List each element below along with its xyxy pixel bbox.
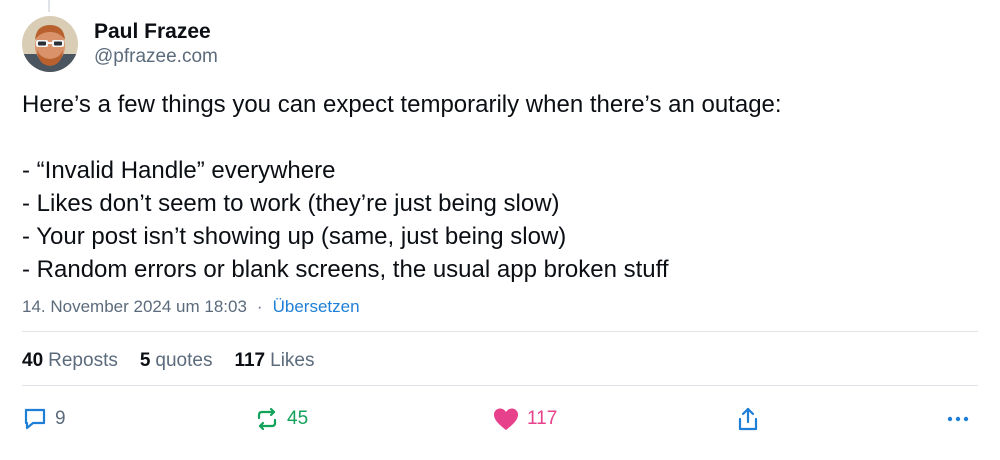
repost-arrows-icon [254, 406, 280, 432]
author-display-name[interactable]: Paul Frazee [94, 19, 218, 45]
translate-link[interactable]: Übersetzen [273, 295, 360, 319]
meta-separator: · [256, 297, 263, 316]
share-button[interactable] [736, 404, 760, 434]
likes-label: Likes [270, 350, 315, 371]
reposts-stat[interactable]: 40 Reposts [22, 348, 118, 374]
repost-count: 45 [287, 408, 309, 429]
post-card: Paul Frazee @pfrazee.com Here’s a few th… [0, 0, 1000, 460]
quotes-stat[interactable]: 5 quotes [140, 348, 213, 374]
heart-icon [492, 406, 520, 432]
quotes-label: quotes [155, 350, 213, 371]
author-info: Paul Frazee @pfrazee.com [94, 19, 218, 69]
reply-button[interactable]: 9 [22, 404, 66, 434]
divider-bottom [22, 385, 978, 386]
action-bar: 9 45 117 [22, 404, 978, 434]
post-text-line: - Likes don’t seem to work (they’re just… [22, 190, 560, 217]
reposts-count: 40 [22, 350, 44, 371]
divider-top [22, 331, 978, 332]
likes-count: 117 [234, 350, 266, 371]
engagement-stats: 40 Reposts 5 quotes 117 Likes [22, 348, 336, 374]
reply-count: 9 [55, 408, 66, 429]
likes-stat[interactable]: 117 Likes [234, 348, 314, 374]
post-text: Here’s a few things you can expect tempo… [22, 88, 982, 286]
more-options-button[interactable] [945, 404, 971, 434]
post-text-line: Here’s a few things you can expect tempo… [22, 91, 782, 118]
reposts-label: Reposts [48, 350, 118, 371]
share-icon [736, 406, 760, 432]
avatar[interactable] [22, 16, 78, 72]
post-timestamp: 14. November 2024 um 18:03 [22, 297, 247, 316]
post-meta: 14. November 2024 um 18:03 · Übersetzen [22, 295, 360, 319]
like-button[interactable]: 117 [492, 404, 557, 434]
like-count: 117 [527, 408, 558, 429]
thread-connector-line [48, 0, 50, 12]
quotes-count: 5 [139, 350, 151, 371]
post-text-line: - Your post isn’t showing up (same, just… [22, 223, 567, 250]
post-text-line: - “Invalid Handle” everywhere [22, 157, 336, 184]
author-handle[interactable]: @pfrazee.com [94, 45, 218, 69]
post-header: Paul Frazee @pfrazee.com [22, 16, 218, 72]
ellipsis-icon [945, 406, 971, 432]
post-text-line [22, 121, 982, 154]
repost-button[interactable]: 45 [254, 404, 308, 434]
speech-bubble-icon [22, 406, 48, 432]
post-text-line: - Random errors or blank screens, the us… [22, 256, 669, 283]
